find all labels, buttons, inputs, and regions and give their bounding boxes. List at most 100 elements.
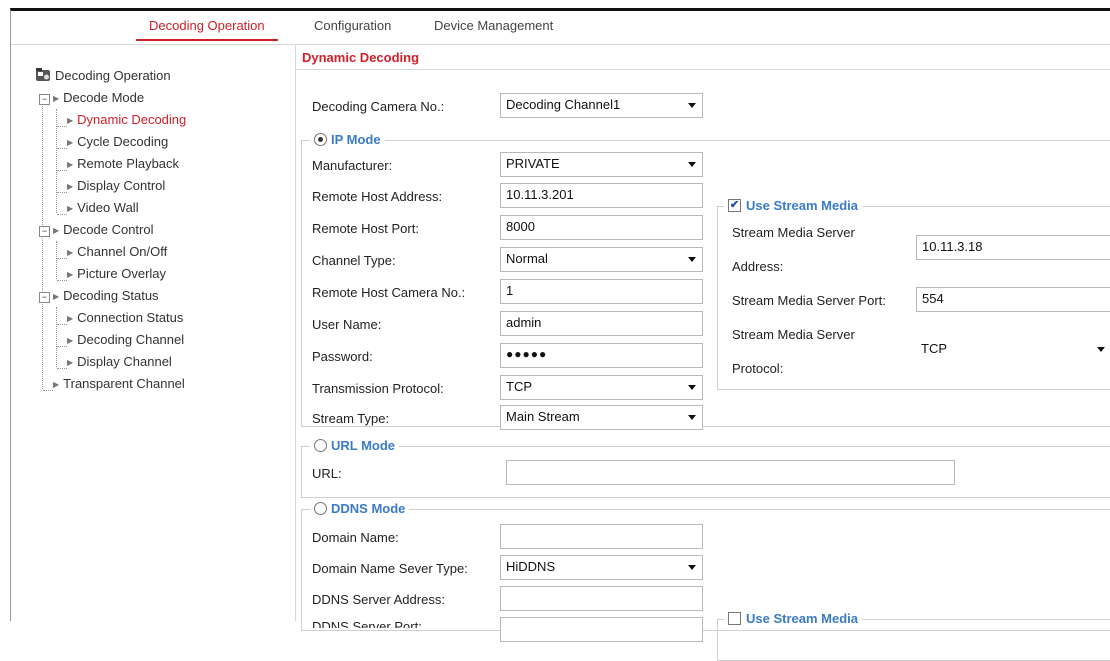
url-label: URL: — [312, 466, 342, 481]
stream-media-port-label: Stream Media Server Port: — [732, 293, 886, 308]
decoder-icon — [36, 68, 50, 81]
sidebar-tree: Decoding Operation − ▶ Decode Mode ▶ Dynami… — [11, 45, 296, 621]
tree-connector — [57, 280, 67, 281]
tree-item-connection-status[interactable]: ▶ Connection Status — [67, 310, 183, 325]
tree-group-decoding-status[interactable]: − ▶ Decoding Status — [39, 288, 159, 303]
remote-host-port-input[interactable]: 8000 — [500, 215, 703, 240]
stream-type-select[interactable]: Main Stream — [500, 405, 703, 430]
tree-item-display-channel[interactable]: ▶ Display Channel — [67, 354, 172, 369]
tree-group-decode-mode[interactable]: − ▶ Decode Mode — [39, 90, 144, 105]
tree-connector — [57, 258, 67, 259]
tree-item-label: Dynamic Decoding — [77, 112, 187, 127]
ddns-mode-radio[interactable] — [314, 502, 327, 515]
legend-label: Use Stream Media — [746, 611, 858, 626]
url-mode-radio[interactable] — [314, 439, 327, 452]
camera-no-label: Decoding Camera No.: — [312, 99, 445, 114]
tree-connector — [57, 148, 67, 149]
remote-host-camera-no-input[interactable]: 1 — [500, 279, 703, 304]
legend-label: URL Mode — [331, 438, 396, 453]
domain-server-type-select[interactable]: HiDDNS — [500, 555, 703, 580]
select-value: TCP — [921, 341, 947, 356]
tree-connector — [57, 170, 67, 171]
tab-configuration[interactable]: Configuration — [314, 18, 391, 33]
select-value: PRIVATE — [506, 156, 560, 171]
use-stream-media-legend-2[interactable]: Use Stream Media — [724, 611, 862, 626]
tree-item-cycle-decoding[interactable]: ▶ Cycle Decoding — [67, 134, 168, 149]
ddns-mode-legend[interactable]: DDNS Mode — [310, 501, 410, 516]
domain-name-input[interactable] — [500, 524, 703, 549]
tree-item-dynamic-decoding[interactable]: ▶ Dynamic Decoding — [67, 112, 186, 127]
tree-group-label: Decode Control — [63, 222, 154, 237]
tree-item-label: Channel On/Off — [77, 244, 168, 259]
select-value: Main Stream — [506, 409, 580, 424]
tree-item-display-control[interactable]: ▶ Display Control — [67, 178, 165, 193]
stream-media-address-input[interactable]: 10.11.3.18 — [916, 235, 1110, 260]
tree-item-picture-overlay[interactable]: ▶ Picture Overlay — [67, 266, 166, 281]
tree-item-remote-playback[interactable]: ▶ Remote Playback — [67, 156, 179, 171]
url-mode-legend[interactable]: URL Mode — [310, 438, 400, 453]
collapse-icon[interactable]: − — [39, 94, 50, 105]
ddns-server-address-input[interactable] — [500, 586, 703, 611]
caret-right-icon: ▶ — [67, 314, 74, 323]
password-input[interactable]: ●●●●● — [500, 343, 703, 368]
tree-item-decoding-channel[interactable]: ▶ Decoding Channel — [67, 332, 184, 347]
stream-media-protocol-label-cont: Protocol: — [732, 361, 784, 376]
channel-type-select[interactable]: Normal — [500, 247, 703, 272]
tree-connector — [43, 390, 53, 391]
tree-item-channel-on-off[interactable]: ▶ Channel On/Off — [67, 244, 167, 259]
ddns-server-port-input[interactable] — [500, 617, 703, 642]
tree-item-label: Decoding Channel — [77, 332, 185, 347]
channel-type-label: Channel Type: — [312, 253, 396, 268]
remote-host-address-label: Remote Host Address: — [312, 189, 443, 204]
caret-right-icon: ▶ — [67, 336, 74, 345]
tree-item-label: Connection Status — [77, 310, 184, 325]
use-stream-media-checkbox[interactable]: ✔ — [728, 199, 741, 212]
ddns-server-address-label: DDNS Server Address: — [312, 592, 445, 607]
url-input[interactable] — [506, 460, 955, 485]
tree-group-label: Decoding Status — [63, 288, 159, 303]
tree-item-label: Picture Overlay — [77, 266, 167, 281]
dropdown-arrow-icon — [688, 565, 696, 570]
caret-right-icon: ▶ — [53, 380, 60, 389]
page-title: Dynamic Decoding — [302, 50, 420, 65]
tree-connector — [57, 324, 67, 325]
user-name-input[interactable]: admin — [500, 311, 703, 336]
ip-mode-radio[interactable] — [314, 133, 327, 146]
use-stream-media-legend[interactable]: ✔ Use Stream Media — [724, 198, 862, 213]
remote-host-address-input[interactable]: 10.11.3.201 — [500, 183, 703, 208]
caret-right-icon: ▶ — [67, 358, 74, 367]
stream-media-protocol-select[interactable]: TCP — [916, 338, 1110, 363]
tab-decoding-operation[interactable]: Decoding Operation — [136, 18, 278, 41]
stream-media-protocol-label: Stream Media Server — [732, 327, 855, 342]
dropdown-arrow-icon — [688, 162, 696, 167]
use-stream-media-checkbox-2[interactable] — [728, 612, 741, 625]
tree-root-label: Decoding Operation — [55, 68, 171, 83]
decoding-camera-select[interactable]: Decoding Channel1 — [500, 93, 703, 118]
stream-type-label: Stream Type: — [312, 411, 390, 426]
tab-label: Decoding Operation — [149, 18, 265, 33]
caret-right-icon: ▶ — [67, 204, 74, 213]
user-name-label: User Name: — [312, 317, 382, 332]
manufacturer-select[interactable]: PRIVATE — [500, 152, 703, 177]
collapse-icon[interactable]: − — [39, 226, 50, 237]
select-value: HiDDNS — [506, 559, 556, 574]
tree-root[interactable]: Decoding Operation — [35, 68, 171, 83]
caret-right-icon: ▶ — [67, 116, 74, 125]
stream-media-address-label: Stream Media Server — [732, 225, 855, 240]
caret-right-icon: ▶ — [53, 226, 60, 235]
caret-right-icon: ▶ — [53, 94, 60, 103]
ip-mode-legend[interactable]: IP Mode — [310, 132, 385, 147]
tree-connector — [57, 214, 67, 215]
transmission-protocol-select[interactable]: TCP — [500, 375, 703, 400]
caret-right-icon: ▶ — [67, 270, 74, 279]
tab-label: Device Management — [434, 18, 554, 33]
collapse-icon[interactable]: − — [39, 292, 50, 303]
tree-item-transparent-channel[interactable]: ▶ Transparent Channel — [53, 376, 185, 391]
tab-device-management[interactable]: Device Management — [434, 18, 553, 33]
stream-media-port-input[interactable]: 554 — [916, 287, 1110, 312]
tree-group-decode-control[interactable]: − ▶ Decode Control — [39, 222, 153, 237]
tree-connector — [57, 192, 67, 193]
tree-item-video-wall[interactable]: ▶ Video Wall — [67, 200, 139, 215]
caret-right-icon: ▶ — [67, 160, 74, 169]
dropdown-arrow-icon — [688, 257, 696, 262]
